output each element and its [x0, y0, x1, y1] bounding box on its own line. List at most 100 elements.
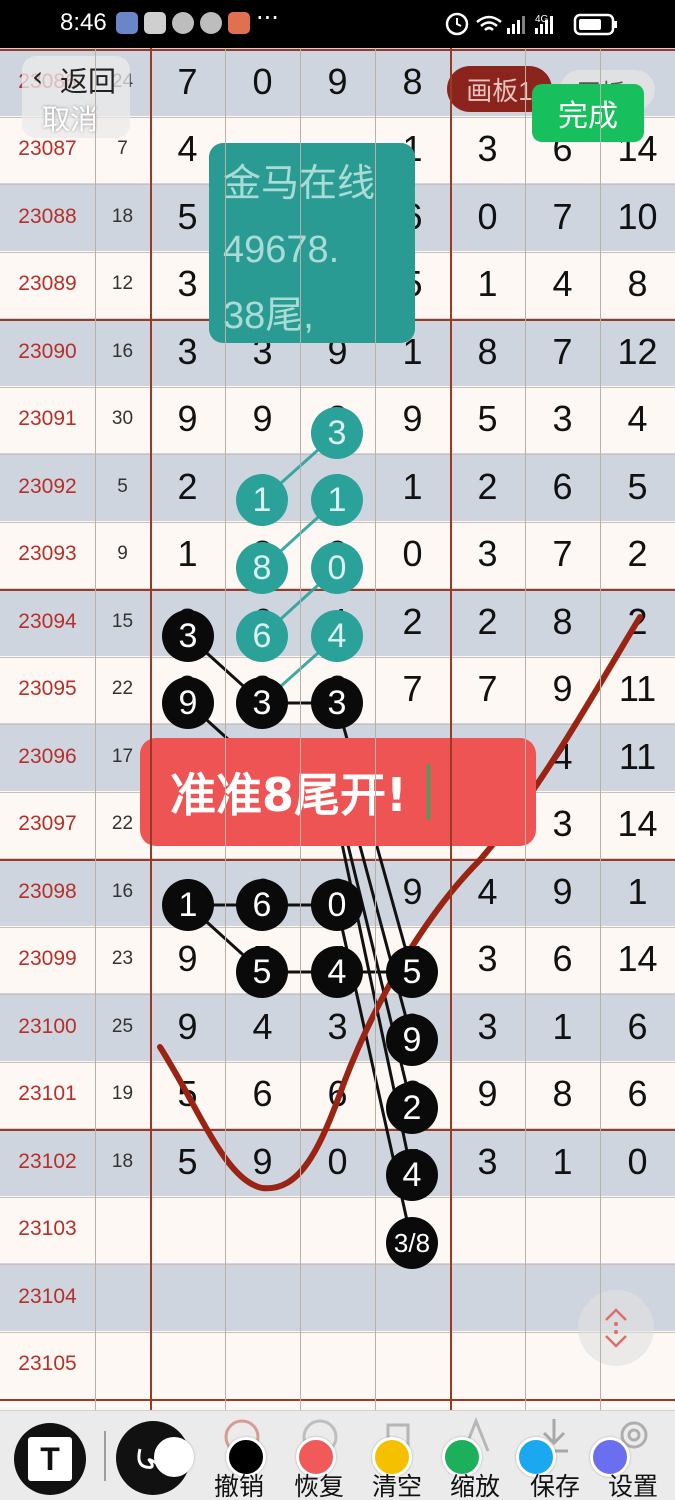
digit-cell: 3 [477, 1140, 498, 1182]
teal-ball-marker: 0 [311, 542, 363, 594]
digit-cell: 2 [627, 600, 648, 642]
note-line: 49678. [223, 229, 340, 271]
digit-cell: 1 [627, 870, 648, 912]
system-status-icons: 4G [445, 12, 617, 36]
column-divider [300, 48, 301, 1410]
digit-cell: 1 [552, 1005, 573, 1047]
undo-button[interactable]: 撤销 [214, 1467, 264, 1500]
issue-number: 23097 [18, 812, 77, 836]
app-notification-icon-2 [228, 12, 250, 34]
digit-cell: 2 [627, 533, 648, 575]
cancel-button[interactable]: 取消 [42, 98, 98, 138]
wifi-icon [476, 15, 502, 31]
digit-cell: 3 [477, 1005, 498, 1047]
digit-cell: 7 [552, 195, 573, 237]
bot-notification-icon [144, 12, 166, 34]
digit-cell: 6 [627, 1005, 648, 1047]
digit-cell: 0 [477, 195, 498, 237]
issue-number: 23094 [18, 609, 77, 633]
digit-cell: 10 [617, 195, 658, 237]
digit-cell: 0 [327, 1140, 348, 1182]
text-tool-button[interactable]: T [14, 1423, 86, 1495]
digit-cell: 9 [552, 870, 573, 912]
scroll-handle[interactable] [578, 1290, 654, 1366]
digit-cell: 9 [327, 60, 348, 102]
back-button[interactable]: ‹ 返回 取消 [22, 56, 130, 138]
digit-cell [600, 1196, 675, 1264]
digit-cell: 3 [477, 533, 498, 575]
issue-number: 23103 [18, 1217, 77, 1241]
settings-button[interactable]: 设置 [608, 1467, 658, 1500]
clear-button[interactable]: 清空 [372, 1467, 422, 1500]
digit-cell: 2 [177, 465, 198, 507]
issue-number: 23101 [18, 1082, 77, 1106]
wechat-notification-icon [200, 12, 222, 34]
column-divider [600, 48, 601, 1410]
digit-cell [150, 1263, 225, 1331]
digit-cell: 0 [252, 60, 273, 102]
digit-cell: 3 [552, 803, 573, 845]
table-row: 23104 [0, 1263, 675, 1331]
teal-ball-marker: 4 [311, 610, 363, 662]
toolbar-divider [104, 1431, 106, 1481]
digit-cell: 14 [617, 938, 658, 980]
row-divider [0, 49, 675, 51]
digit-cell: 4 [252, 1005, 273, 1047]
digit-cell: 9 [552, 668, 573, 710]
issue-number: 23099 [18, 947, 77, 971]
row-divider [0, 1196, 675, 1198]
digit-cell: 4 [552, 263, 573, 305]
digit-cell: 9 [177, 398, 198, 440]
black-ball-marker: 6 [236, 879, 288, 931]
note-text-box[interactable]: 金马在线 49678. 38尾, [209, 143, 415, 343]
digit-cell [225, 1331, 300, 1399]
column-divider [150, 48, 152, 1410]
chevron-left-icon: ‹ [32, 60, 44, 93]
black-ball-marker: 3/8 [386, 1217, 438, 1269]
issue-number: 23100 [18, 1014, 77, 1038]
digit-cell: 0 [627, 1140, 648, 1182]
zoom-button[interactable]: 缩放 [450, 1467, 500, 1500]
digit-cell: 8 [552, 600, 573, 642]
column-divider [225, 48, 226, 1410]
digit-cell: 8 [627, 263, 648, 305]
sum-value: 22 [111, 678, 134, 700]
digit-cell: 7 [402, 668, 423, 710]
digit-cell: 5 [177, 1073, 198, 1115]
digit-cell [225, 1196, 300, 1264]
status-time: 8:46 [60, 9, 107, 36]
issue-number: 23104 [18, 1284, 77, 1308]
sum-value: 15 [111, 610, 134, 632]
row-divider [0, 1129, 675, 1131]
color-swatch[interactable] [154, 1437, 194, 1477]
digit-cell: 9 [402, 870, 423, 912]
digit-cell [375, 1263, 450, 1331]
digit-cell [450, 1196, 525, 1264]
digit-cell [525, 1196, 600, 1264]
digit-cell: 6 [627, 1073, 648, 1115]
back-label: 返回 [60, 66, 117, 97]
digit-cell: 5 [627, 465, 648, 507]
issue-number: 23091 [18, 407, 77, 431]
digit-cell: 1 [177, 533, 198, 575]
row-divider [0, 859, 675, 861]
save-button[interactable]: 保存 [530, 1467, 580, 1500]
issue-number: 23105 [18, 1352, 77, 1376]
done-button[interactable]: 完成 [532, 84, 644, 142]
digit-cell: 6 [252, 1073, 273, 1115]
digit-cell: 6 [552, 938, 573, 980]
sum-value: 18 [111, 1150, 134, 1172]
text-tool-icon: T [28, 1437, 72, 1481]
digit-cell: 4 [627, 398, 648, 440]
sum-value: 5 [117, 475, 128, 497]
sum-value [95, 1331, 150, 1399]
digit-cell: 2 [402, 600, 423, 642]
table-row: 23101195662986 [0, 1061, 675, 1129]
teal-ball-marker: 1 [236, 474, 288, 526]
row-divider [0, 1331, 675, 1333]
teal-ball-marker: 6 [236, 610, 288, 662]
digit-cell: 1 [552, 1140, 573, 1182]
text-banner[interactable]: 准准8尾开! [140, 738, 536, 846]
redo-button[interactable]: 恢复 [294, 1467, 344, 1500]
digit-cell: 2 [477, 465, 498, 507]
